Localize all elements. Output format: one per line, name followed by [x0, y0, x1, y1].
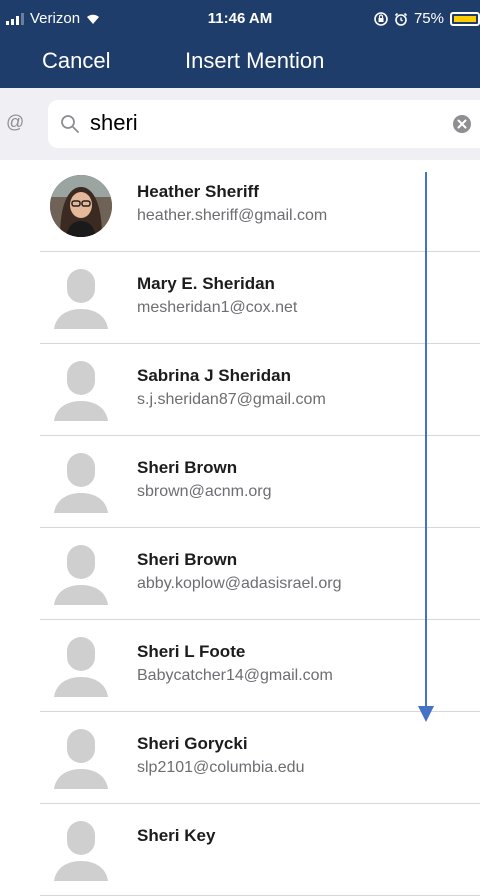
- avatar-placeholder-icon: [50, 267, 112, 329]
- nav-bar: Cancel Insert Mention: [0, 36, 480, 88]
- contact-row[interactable]: Sabrina J Sheridan s.j.sheridan87@gmail.c…: [0, 344, 480, 436]
- contact-list: Heather Sheriff heather.sheriff@gmail.com…: [0, 160, 480, 896]
- avatar-placeholder-icon: [50, 359, 112, 421]
- contact-name: Mary E. Sheridan: [137, 274, 275, 293]
- contact-name: Sabrina J Sheridan: [137, 366, 291, 385]
- avatar-placeholder-icon: [50, 635, 112, 697]
- contact-name: Sheri Brown: [137, 550, 238, 569]
- contact-email: mesheridan1@cox.net: [137, 299, 298, 316]
- lock-rotation-icon: [374, 11, 388, 26]
- mention-prefix: @: [6, 112, 25, 132]
- avatar-placeholder-icon: [50, 451, 112, 513]
- battery-percent: 75%: [413, 10, 444, 27]
- wifi-icon: [87, 14, 100, 24]
- contact-name: Sheri Brown: [137, 458, 238, 477]
- alarm-icon: [394, 12, 408, 26]
- contact-email: s.j.sheridan87@gmail.com: [137, 391, 326, 408]
- contact-row[interactable]: Sheri Gorycki slp2101@columbia.edu: [0, 712, 480, 804]
- avatar-placeholder-icon: [50, 727, 112, 789]
- carrier-label: Verizon: [30, 10, 81, 27]
- contact-name: Sheri Gorycki: [137, 734, 248, 753]
- status-right: 75%: [374, 10, 480, 27]
- battery-icon: [450, 11, 480, 26]
- status-time: 11:46 AM: [207, 10, 273, 27]
- search-input[interactable]: [90, 110, 450, 136]
- search-bar: @: [0, 88, 480, 160]
- contact-row[interactable]: Mary E. Sheridan mesheridan1@cox.net: [0, 252, 480, 344]
- contact-email: abby.koplow@adasisrael.org: [137, 575, 342, 592]
- avatar-placeholder-icon: [50, 543, 112, 605]
- status-left: Verizon: [6, 10, 100, 27]
- contact-email: slp2101@columbia.edu: [137, 759, 305, 776]
- cancel-button[interactable]: Cancel: [42, 48, 110, 74]
- signal-icon: [6, 12, 24, 25]
- contact-email: Babycatcher14@gmail.com: [137, 667, 333, 684]
- contact-email: sbrown@acnm.org: [137, 483, 272, 500]
- status-bar: Verizon 11:46 AM 75%: [0, 0, 480, 36]
- contact-row[interactable]: Heather Sheriff heather.sheriff@gmail.com: [0, 160, 480, 252]
- clear-icon[interactable]: [452, 114, 472, 134]
- avatar-placeholder-icon: [50, 819, 112, 881]
- contact-row[interactable]: Sheri Key: [0, 804, 480, 896]
- contact-name: Sheri L Foote: [137, 642, 246, 661]
- page-title: Insert Mention: [185, 48, 325, 73]
- search-icon: [61, 115, 79, 133]
- contact-row[interactable]: Sheri L Foote Babycatcher14@gmail.com: [0, 620, 480, 712]
- contact-name: Sheri Key: [137, 826, 216, 845]
- contact-row[interactable]: Sheri Brown abby.koplow@adasisrael.org: [0, 528, 480, 620]
- avatar-photo: [50, 175, 112, 237]
- contact-email: heather.sheriff@gmail.com: [137, 207, 328, 224]
- header: Verizon 11:46 AM 75% Cancel Insert Menti…: [0, 0, 480, 88]
- search-field[interactable]: [48, 100, 480, 148]
- contact-row[interactable]: Sheri Brown sbrown@acnm.org: [0, 436, 480, 528]
- scroll-arrow-annotation: [418, 172, 434, 722]
- contact-name: Heather Sheriff: [137, 182, 259, 201]
